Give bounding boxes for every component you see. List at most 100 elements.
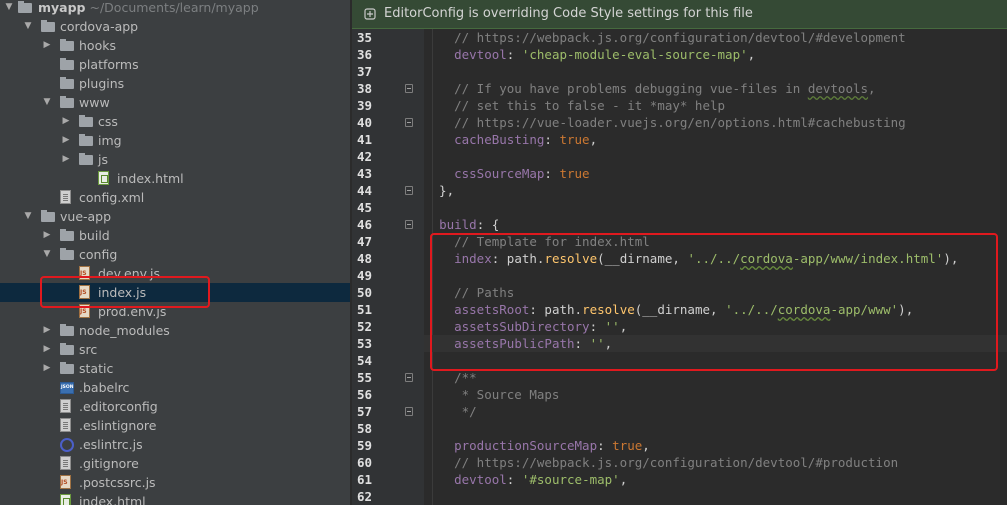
tree-item-hooks[interactable]: ▶ hooks: [0, 36, 350, 55]
tree-item-babelrc[interactable]: .babelrc: [0, 378, 350, 397]
code-line[interactable]: assetsSubDirectory: '',: [424, 318, 1007, 335]
code-line[interactable]: assetsRoot: path.resolve(__dirname, '../…: [424, 301, 1007, 318]
code-line[interactable]: [424, 199, 1007, 216]
collapse-arrow-icon[interactable]: ▼: [23, 17, 33, 36]
expand-arrow-icon[interactable]: ▶: [42, 340, 52, 359]
line-number[interactable]: 61: [352, 471, 372, 488]
expand-arrow-icon[interactable]: ▶: [42, 321, 52, 340]
tree-item-vue-app[interactable]: ▼ vue-app: [0, 207, 350, 226]
code-line[interactable]: // If you have problems debugging vue-fi…: [424, 80, 1007, 97]
code-line[interactable]: * Source Maps: [424, 386, 1007, 403]
line-number[interactable]: 47: [352, 233, 372, 250]
expand-arrow-icon[interactable]: ▶: [61, 112, 71, 131]
code-line[interactable]: index: path.resolve(__dirname, '../../co…: [424, 250, 1007, 267]
tree-item-eslintignore[interactable]: .eslintignore: [0, 416, 350, 435]
tree-item-www[interactable]: ▼ www: [0, 93, 350, 112]
collapse-arrow-icon[interactable]: ▼: [4, 0, 14, 17]
fold-marker-icon[interactable]: [405, 220, 413, 229]
code-line[interactable]: [424, 352, 1007, 369]
line-number-gutter[interactable]: 35 36 37 38 39 40 41 42 43 44 45 46 47 48 49 50 51 52 53 54…: [352, 29, 424, 505]
code-editor[interactable]: EditorConfig is overriding Code Style se…: [352, 0, 1007, 505]
tree-item-index-js[interactable]: index.js: [0, 283, 350, 302]
code-line[interactable]: devtool: 'cheap-module-eval-source-map',: [424, 46, 1007, 63]
tree-item-gitignore[interactable]: .gitignore: [0, 454, 350, 473]
code-line[interactable]: productionSourceMap: true,: [424, 437, 1007, 454]
tree-item-eslintrc-js[interactable]: .eslintrc.js: [0, 435, 350, 454]
code-line[interactable]: [424, 63, 1007, 80]
line-number[interactable]: 43: [352, 165, 372, 182]
code-line[interactable]: // Template for index.html: [424, 233, 1007, 250]
tree-item-config-xml[interactable]: config.xml: [0, 188, 350, 207]
line-number[interactable]: 49: [352, 267, 372, 284]
tree-item-css[interactable]: ▶ css: [0, 112, 350, 131]
fold-marker-icon[interactable]: [405, 186, 413, 195]
expand-arrow-icon[interactable]: ▶: [61, 150, 71, 169]
code-line[interactable]: [424, 420, 1007, 437]
line-number[interactable]: 60: [352, 454, 372, 471]
line-number[interactable]: 41: [352, 131, 372, 148]
line-number[interactable]: 51: [352, 301, 372, 318]
tree-item-build[interactable]: ▶ build: [0, 226, 350, 245]
code-line[interactable]: // https://vue-loader.vuejs.org/en/optio…: [424, 114, 1007, 131]
tree-item-platforms[interactable]: platforms: [0, 55, 350, 74]
line-number[interactable]: 52: [352, 318, 372, 335]
tree-item-config[interactable]: ▼ config: [0, 245, 350, 264]
line-number[interactable]: 40: [352, 114, 372, 131]
line-number[interactable]: 55: [352, 369, 372, 386]
code-line[interactable]: assetsPublicPath: '',: [424, 335, 1007, 352]
line-number[interactable]: 59: [352, 437, 372, 454]
fold-marker-icon[interactable]: [405, 118, 413, 127]
tree-item-plugins[interactable]: plugins: [0, 74, 350, 93]
tree-item-postcssrc-js[interactable]: .postcssrc.js: [0, 473, 350, 492]
expand-arrow-icon[interactable]: ▶: [61, 131, 71, 150]
line-number[interactable]: 62: [352, 488, 372, 505]
code-line[interactable]: [424, 267, 1007, 284]
line-number[interactable]: 57: [352, 403, 372, 420]
collapse-arrow-icon[interactable]: ▼: [42, 245, 52, 264]
expand-arrow-icon[interactable]: ▶: [42, 226, 52, 245]
code-line[interactable]: },: [424, 182, 1007, 199]
line-number[interactable]: 39: [352, 97, 372, 114]
tree-item-dev-env-js[interactable]: dev.env.js: [0, 264, 350, 283]
code-content[interactable]: // https://webpack.js.org/configuration/…: [424, 29, 1007, 505]
expand-arrow-icon[interactable]: ▶: [42, 36, 52, 55]
line-number[interactable]: 58: [352, 420, 372, 437]
line-number[interactable]: 42: [352, 148, 372, 165]
tree-item-img[interactable]: ▶ img: [0, 131, 350, 150]
code-line[interactable]: cssSourceMap: true: [424, 165, 1007, 182]
code-line[interactable]: // https://webpack.js.org/configuration/…: [424, 454, 1007, 471]
line-number[interactable]: 53: [352, 335, 372, 352]
fold-marker-icon[interactable]: [405, 373, 413, 382]
tree-item-js[interactable]: ▶ js: [0, 150, 350, 169]
line-number[interactable]: 54: [352, 352, 372, 369]
project-root-row[interactable]: ▼ myapp ~/Documents/learn/myapp: [0, 0, 350, 17]
code-line[interactable]: devtool: '#source-map',: [424, 471, 1007, 488]
code-line[interactable]: [424, 148, 1007, 165]
line-number[interactable]: 36: [352, 46, 372, 63]
code-line[interactable]: cacheBusting: true,: [424, 131, 1007, 148]
line-number[interactable]: 38: [352, 80, 372, 97]
collapse-arrow-icon[interactable]: ▼: [23, 207, 33, 226]
tree-item-src[interactable]: ▶ src: [0, 340, 350, 359]
collapse-arrow-icon[interactable]: ▼: [42, 93, 52, 112]
tree-item-cordova-app[interactable]: ▼ cordova-app: [0, 17, 350, 36]
code-line[interactable]: // https://webpack.js.org/configuration/…: [424, 29, 1007, 46]
fold-marker-icon[interactable]: [405, 407, 413, 416]
line-number[interactable]: 37: [352, 63, 372, 80]
line-number[interactable]: 48: [352, 250, 372, 267]
line-number[interactable]: 56: [352, 386, 372, 403]
tree-item-index-html[interactable]: index.html: [0, 492, 350, 505]
tree-item-static[interactable]: ▶ static: [0, 359, 350, 378]
tree-item-index-html[interactable]: index.html: [0, 169, 350, 188]
line-number[interactable]: 45: [352, 199, 372, 216]
line-number[interactable]: 35: [352, 29, 372, 46]
code-line[interactable]: build: {: [424, 216, 1007, 233]
tree-item-node-modules[interactable]: ▶ node_modules: [0, 321, 350, 340]
code-line[interactable]: /**: [424, 369, 1007, 386]
tree-item-prod-env-js[interactable]: prod.env.js: [0, 302, 350, 321]
code-line[interactable]: // Paths: [424, 284, 1007, 301]
line-number[interactable]: 46: [352, 216, 372, 233]
code-line[interactable]: */: [424, 403, 1007, 420]
code-line[interactable]: // set this to false - it *may* help: [424, 97, 1007, 114]
expand-arrow-icon[interactable]: ▶: [42, 359, 52, 378]
